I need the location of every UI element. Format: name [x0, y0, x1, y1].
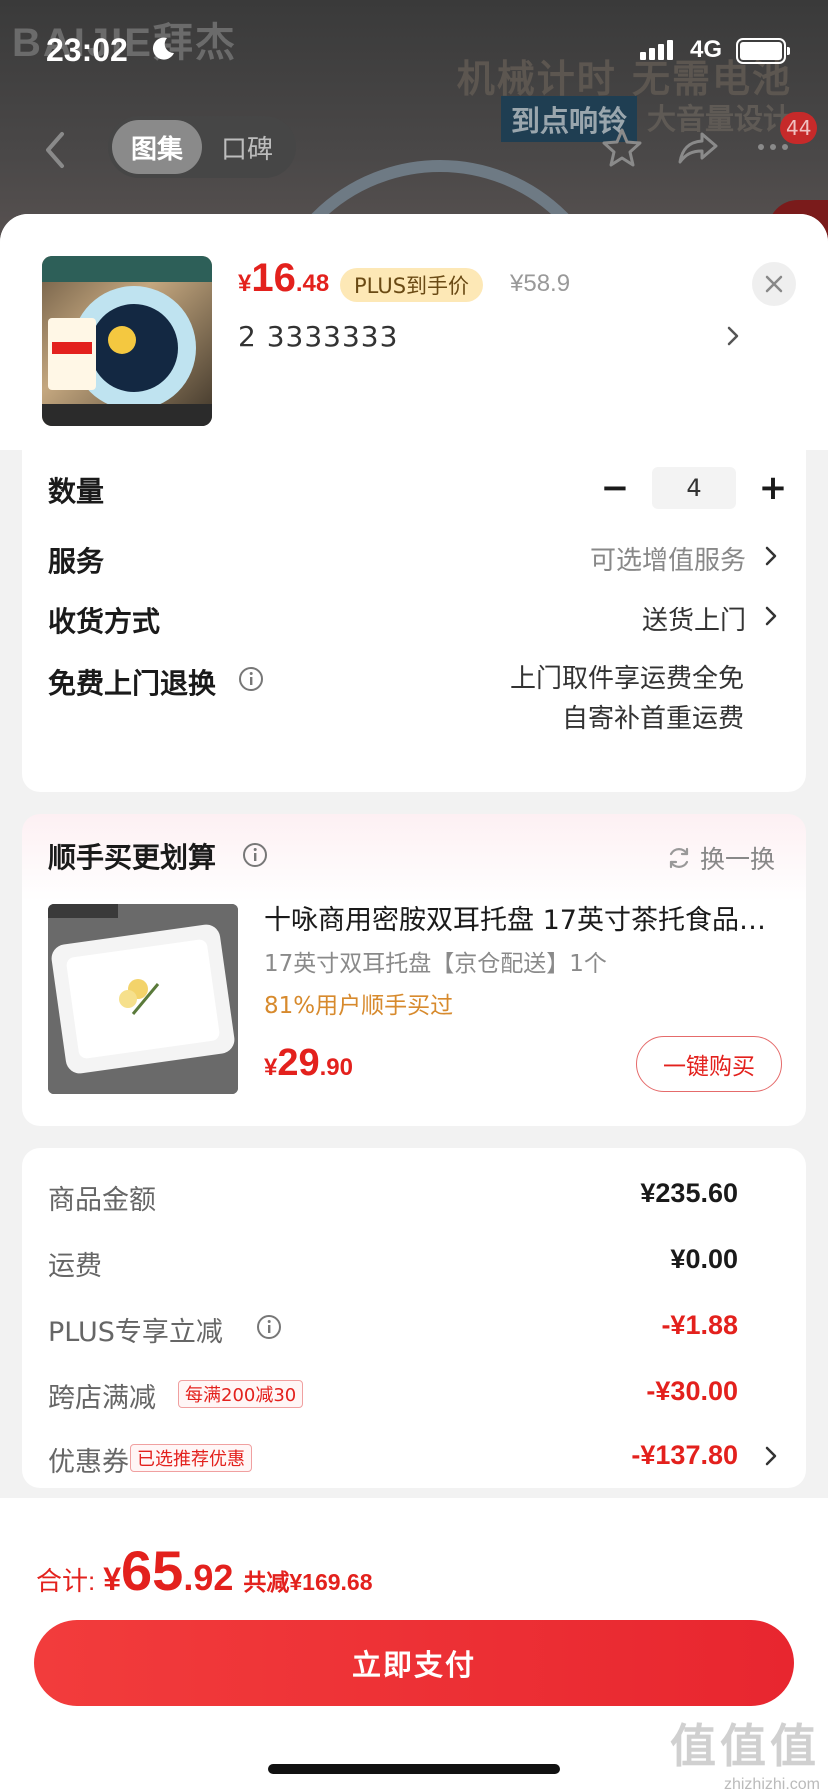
shipping-label: 运费	[48, 1251, 102, 1282]
price-integer: 29	[277, 1042, 320, 1084]
service-value[interactable]: 可选增值服务	[590, 540, 746, 577]
close-icon	[765, 275, 783, 293]
tray-product-image[interactable]	[48, 904, 238, 1094]
tray-buy-rate: 81%用户顺手买过	[264, 993, 454, 1019]
coupon-label: 优惠券	[48, 1447, 129, 1478]
watermark-logo: 值值值	[670, 1719, 820, 1773]
coupon-tag: 已选推荐优惠	[130, 1444, 252, 1472]
product-thumbnail	[42, 256, 212, 426]
total-decimal: .92	[183, 1557, 234, 1598]
sheet-header: ¥ 16 .48 PLUS到手价 ¥58.9 2 3333333	[0, 214, 828, 450]
price-decimal: .90	[319, 1054, 354, 1081]
return-line-1: 上门取件享运费全免	[509, 664, 744, 694]
moon-icon	[152, 37, 174, 60]
close-button[interactable]	[752, 262, 796, 306]
delivery-value[interactable]: 送货上门	[642, 600, 746, 637]
decrease-button[interactable]: −	[590, 466, 640, 510]
cross-store-value: -¥30.00	[646, 1376, 738, 1406]
watermark: 值值值 zhizhizhi.com	[670, 1710, 820, 1792]
info-icon[interactable]	[256, 1314, 282, 1340]
return-line-2: 自寄补首重运费	[561, 704, 744, 734]
options-card: 数量 − 4 + 服务 可选增值服务 收货方式 送货上门 免费上门退换 上门取件…	[22, 450, 806, 792]
delivery-label: 收货方式	[48, 605, 161, 638]
cross-store-label: 跨店满减	[48, 1383, 156, 1414]
price-currency: ¥	[264, 1054, 278, 1081]
one-click-buy-button[interactable]: 一键购买	[636, 1036, 782, 1092]
quantity-input[interactable]: 4	[652, 467, 736, 509]
chevron-right-icon[interactable]	[764, 604, 778, 628]
status-bar: 23:02 4G	[0, 0, 828, 96]
refresh-icon	[669, 847, 689, 869]
total-label: 合计:	[36, 1566, 96, 1596]
product-price: ¥ 16 .48	[238, 256, 329, 301]
tray-image-art	[48, 904, 238, 1094]
clock-thumbnail-art	[42, 256, 212, 426]
swap-button[interactable]: 换一换	[666, 840, 775, 876]
checkout-footer: 合计: ¥ 65 .92 共减¥169.68 立即支付 值值值 zhizhizh…	[0, 1498, 828, 1792]
recommend-title: 顺手买更划算	[48, 841, 217, 874]
signal-icon	[640, 40, 673, 60]
selected-spec[interactable]: 2 3333333	[238, 320, 398, 353]
price-summary-card: 商品金额 ¥235.60 运费 ¥0.00 PLUS专享立减 -¥1.88 跨店…	[22, 1148, 806, 1488]
chevron-right-icon[interactable]	[726, 324, 740, 348]
goods-amount-value: ¥235.60	[640, 1178, 738, 1208]
plus-discount-label: PLUS专享立减	[48, 1317, 223, 1348]
swap-label: 换一换	[700, 845, 776, 874]
tray-product-name[interactable]: 十咏商用密胺双耳托盘 17英寸茶托食品餐盘	[264, 898, 784, 937]
tab-reviews[interactable]: 口碑	[202, 120, 292, 174]
message-badge: 44	[780, 112, 818, 144]
more-icon[interactable]	[758, 144, 788, 150]
chevron-right-icon[interactable]	[764, 1444, 778, 1468]
total-currency: ¥	[103, 1561, 122, 1597]
plus-discount-value: -¥1.88	[661, 1310, 738, 1340]
total-amount: 合计: ¥ 65 .92 共减¥169.68	[36, 1538, 373, 1603]
info-icon[interactable]	[242, 842, 268, 868]
coupon-value[interactable]: -¥137.80	[631, 1440, 738, 1471]
recommend-card: 顺手买更划算 换一换 十咏商用密胺双耳托盘 17英寸茶托食品餐盘 17英寸双耳托…	[22, 814, 806, 1126]
increase-button[interactable]: +	[748, 466, 798, 510]
quantity-label: 数量	[48, 475, 105, 508]
nav-bar: 图集 口碑 44	[0, 112, 828, 182]
chevron-right-icon[interactable]	[764, 544, 778, 568]
goods-amount-label: 商品金额	[48, 1185, 156, 1216]
battery-icon	[736, 38, 790, 64]
quantity-stepper[interactable]: − 4 +	[590, 466, 798, 510]
free-return-label: 免费上门退换	[48, 667, 217, 700]
tray-product-spec: 17英寸双耳托盘【京仓配送】1个	[264, 951, 607, 977]
tray-price: ¥ 29 .90	[264, 1042, 353, 1085]
nav-tabs: 图集 口碑	[108, 116, 296, 178]
star-icon[interactable]	[600, 126, 644, 170]
tab-gallery[interactable]: 图集	[112, 120, 202, 174]
cross-store-tag: 每满200减30	[178, 1380, 304, 1408]
info-icon[interactable]	[238, 666, 264, 692]
shipping-value: ¥0.00	[670, 1244, 738, 1274]
total-integer: 65	[121, 1539, 184, 1602]
price-decimal: .48	[295, 270, 330, 297]
watermark-url: zhizhizhi.com	[723, 1776, 820, 1792]
network-label: 4G	[690, 36, 723, 63]
pay-now-button[interactable]: 立即支付	[34, 1620, 794, 1706]
price-currency: ¥	[238, 270, 252, 297]
share-icon[interactable]	[676, 126, 720, 170]
plus-price-tag: PLUS到手价	[340, 268, 484, 302]
service-label: 服务	[48, 545, 105, 578]
home-indicator[interactable]	[268, 1764, 560, 1774]
total-saved: 共减¥169.68	[243, 1569, 373, 1595]
clock-time: 23:02	[46, 32, 128, 68]
back-icon[interactable]	[40, 130, 70, 170]
original-price: ¥58.9	[510, 270, 571, 297]
price-integer: 16	[251, 256, 296, 300]
